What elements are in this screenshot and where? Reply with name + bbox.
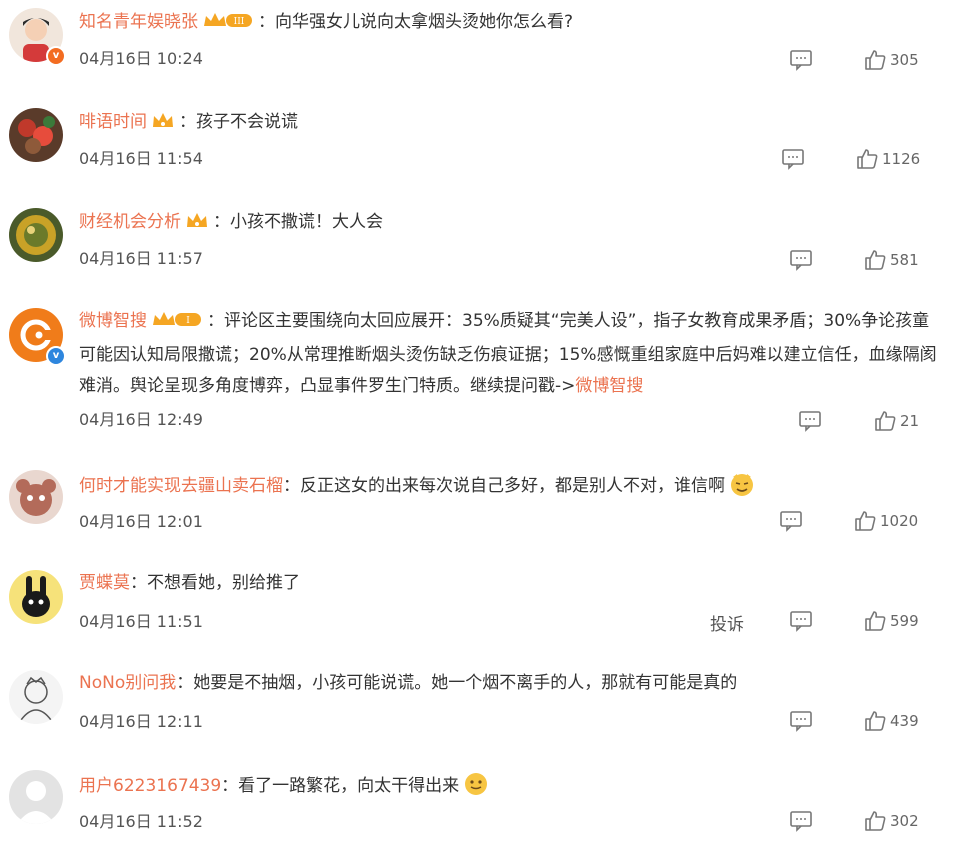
like-button[interactable]: 599 [864, 610, 919, 632]
timestamp: 04月16日 10:24 [79, 49, 203, 68]
comment-icon [790, 811, 812, 832]
like-icon [865, 711, 886, 731]
timestamp: 04月16日 11:57 [79, 249, 203, 268]
like-icon [857, 149, 878, 169]
avatar[interactable] [9, 770, 63, 824]
badge-level: III [234, 17, 245, 27]
badge-level: I [186, 316, 190, 326]
comment-button[interactable] [781, 148, 805, 170]
timestamp: 04月16日 12:49 [79, 410, 203, 429]
like-count: 439 [890, 712, 919, 730]
like-icon [865, 611, 886, 631]
timestamp: 04月16日 12:11 [79, 712, 203, 731]
username[interactable]: 知名青年娱晓张 [79, 12, 198, 32]
separator: ： [176, 673, 194, 693]
ai-search-link[interactable]: 微博智搜 [575, 376, 643, 396]
comment-text: 小孩不撒谎！大人会 [230, 212, 383, 232]
comment-button[interactable] [798, 410, 822, 432]
like-button[interactable]: 302 [864, 810, 919, 832]
comment-icon [782, 149, 804, 170]
avatar[interactable] [9, 670, 63, 724]
verified-icon: v [46, 46, 66, 66]
comment-icon [799, 411, 821, 432]
comment-text: 不想看她，别给推了 [147, 573, 300, 593]
like-count: 1126 [882, 150, 921, 168]
comment-text: 向华强女儿说向太拿烟头烫她你怎么看? [275, 12, 574, 32]
like-count: 21 [900, 412, 920, 430]
like-button[interactable]: 439 [864, 710, 919, 732]
report-button[interactable]: 投诉 [710, 610, 744, 635]
avatar[interactable] [9, 208, 63, 262]
timestamp: 04月16日 11:54 [79, 149, 203, 168]
avatar[interactable] [9, 108, 63, 162]
verified-icon: v [46, 346, 66, 366]
like-icon [855, 511, 876, 531]
crown-badge-icon: I [151, 309, 203, 340]
separator: ： [213, 212, 230, 232]
like-icon [865, 250, 886, 270]
comment-button[interactable] [789, 610, 813, 632]
separator: ： [130, 573, 147, 593]
username[interactable]: 何时才能实现去疆山卖石榴 [79, 476, 283, 496]
like-button[interactable]: 1020 [854, 510, 918, 532]
emoji-icon [463, 771, 489, 797]
comment-button[interactable] [789, 810, 813, 832]
like-button[interactable]: 1126 [856, 148, 920, 170]
comment-icon [790, 50, 812, 71]
username[interactable]: NoNo别问我 [79, 673, 176, 693]
comment-button[interactable] [779, 510, 803, 532]
comment-icon [790, 711, 812, 732]
username[interactable]: 啡语时间 [79, 112, 147, 132]
comment-icon [790, 250, 812, 271]
comment-text: 看了一路繁花，向太干得出来 [238, 776, 460, 796]
like-count: 599 [890, 612, 919, 630]
avatar[interactable] [9, 570, 63, 624]
timestamp: 04月16日 11:51 [79, 612, 203, 631]
username[interactable]: 财经机会分析 [79, 212, 181, 232]
like-button[interactable]: 21 [874, 410, 919, 432]
like-button[interactable]: 305 [864, 49, 919, 71]
like-count: 305 [890, 51, 919, 69]
avatar[interactable] [9, 470, 63, 524]
separator: ： [221, 776, 239, 796]
comment-button[interactable] [789, 710, 813, 732]
like-count: 302 [890, 812, 919, 830]
like-icon [865, 50, 886, 70]
separator: ： [283, 476, 300, 496]
separator: ： [258, 12, 275, 32]
comment-icon [780, 511, 802, 532]
comment-button[interactable] [789, 249, 813, 271]
like-button[interactable]: 581 [864, 249, 919, 271]
comment-button[interactable] [789, 49, 813, 71]
comment-text: 她要是不抽烟，小孩可能说谎。她一个烟不离手的人，那就有可能是真的 [193, 673, 738, 693]
timestamp: 04月16日 12:01 [79, 512, 203, 531]
emoji-icon [729, 471, 755, 497]
crown-badge-icon: III [202, 10, 254, 37]
username[interactable]: 微博智搜 [79, 311, 147, 331]
like-icon [865, 811, 886, 831]
like-count: 581 [890, 251, 919, 269]
crown-badge-icon [151, 110, 175, 137]
username[interactable]: 用户6223167439 [79, 776, 221, 796]
comment-icon [790, 611, 812, 632]
comment-text: 孩子不会说谎 [196, 112, 298, 132]
separator: ： [179, 112, 196, 132]
comment-text: 反正这女的出来每次说自己多好，都是别人不对，谁信啊 [300, 476, 725, 496]
username[interactable]: 贾蝶莫 [79, 573, 130, 593]
timestamp: 04月16日 11:52 [79, 812, 203, 831]
separator: ： [207, 311, 224, 331]
like-icon [875, 411, 896, 431]
crown-badge-icon [185, 210, 209, 237]
like-count: 1020 [880, 512, 919, 530]
